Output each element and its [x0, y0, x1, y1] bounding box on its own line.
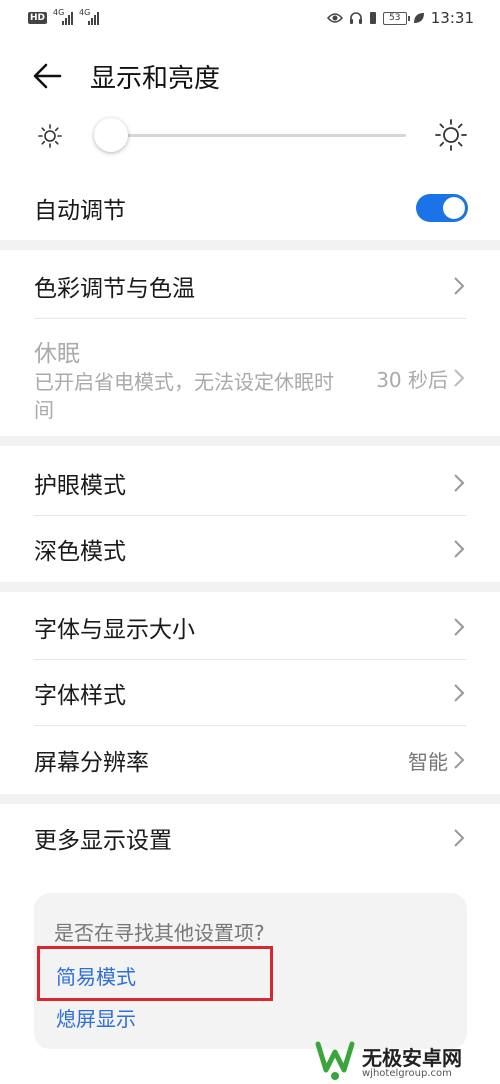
battery-icon: 53: [382, 11, 410, 25]
section-divider: [0, 582, 500, 592]
font-size-row[interactable]: 字体与显示大小: [0, 599, 500, 655]
auto-adjust-row[interactable]: 自动调节: [0, 180, 500, 236]
row-divider: [34, 659, 466, 660]
chevron-right-icon: [454, 540, 465, 558]
chevron-right-icon: [454, 751, 465, 769]
brightness-high-icon: [435, 119, 467, 151]
brightness-low-icon: [38, 124, 62, 148]
chevron-right-icon: [454, 474, 465, 492]
eye-comfort-label: 护眼模式: [34, 473, 126, 499]
eye-icon: [326, 13, 343, 23]
headphones-icon: [349, 12, 362, 24]
watermark: 无极安卓网 wjhotelgroup.com: [304, 1038, 500, 1084]
header: 显示和亮度: [0, 48, 500, 104]
row-divider: [34, 515, 466, 516]
dark-mode-row[interactable]: 深色模式: [0, 521, 500, 577]
suggestion-question: 是否在寻找其他设置项?: [54, 921, 265, 945]
more-display-row[interactable]: 更多显示设置: [0, 810, 500, 866]
more-display-label: 更多显示设置: [34, 828, 172, 854]
vibrate-icon: [369, 12, 376, 24]
font-style-row[interactable]: 字体样式: [0, 665, 500, 721]
section-divider: [0, 240, 500, 250]
status-right: 53 13:31: [326, 9, 474, 27]
toggle-knob: [443, 197, 465, 219]
resolution-label: 屏幕分辨率: [34, 750, 149, 776]
chevron-right-icon: [454, 829, 465, 847]
brightness-slider[interactable]: [0, 112, 500, 160]
signal-icon: 4G: [53, 8, 74, 25]
row-divider: [34, 318, 466, 319]
leaf-icon: [413, 13, 424, 23]
section-divider: [0, 436, 500, 446]
watermark-url: wjhotelgroup.com: [362, 1068, 452, 1079]
color-temp-row[interactable]: 色彩调节与色温: [0, 258, 500, 314]
auto-adjust-toggle[interactable]: [416, 194, 468, 222]
chevron-right-icon: [454, 618, 465, 636]
status-left: HD 4G 4G: [28, 8, 100, 25]
highlight-box: [37, 946, 273, 1001]
resolution-row[interactable]: 屏幕分辨率 智能: [0, 732, 500, 788]
brightness-thumb[interactable]: [94, 118, 128, 152]
watermark-logo-icon: [315, 1041, 355, 1080]
chevron-right-icon: [454, 369, 465, 387]
color-temp-label: 色彩调节与色温: [34, 276, 195, 302]
font-size-label: 字体与显示大小: [34, 617, 195, 643]
chevron-right-icon: [454, 277, 465, 295]
hd-badge: HD: [28, 12, 48, 24]
auto-adjust-label: 自动调节: [34, 198, 126, 224]
page-title: 显示和亮度: [90, 63, 221, 94]
brightness-track[interactable]: [100, 134, 406, 137]
eye-comfort-row[interactable]: 护眼模式: [0, 455, 500, 511]
back-arrow-icon[interactable]: [30, 60, 66, 92]
signal-icon-2: 4G: [79, 8, 100, 25]
font-style-label: 字体样式: [34, 683, 126, 709]
sleep-row: 30 秒后: [0, 350, 500, 406]
always-on-display-link[interactable]: 熄屏显示: [56, 1003, 136, 1032]
section-divider: [0, 794, 500, 804]
row-divider: [34, 725, 466, 726]
status-bar: HD 4G 4G 53 13:31: [0, 0, 500, 36]
sleep-value: 30 秒后: [376, 367, 448, 392]
resolution-value: 智能: [408, 749, 448, 774]
watermark-name: 无极安卓网: [362, 1046, 462, 1070]
clock: 13:31: [430, 9, 474, 27]
chevron-right-icon: [454, 684, 465, 702]
dark-mode-label: 深色模式: [34, 539, 126, 565]
